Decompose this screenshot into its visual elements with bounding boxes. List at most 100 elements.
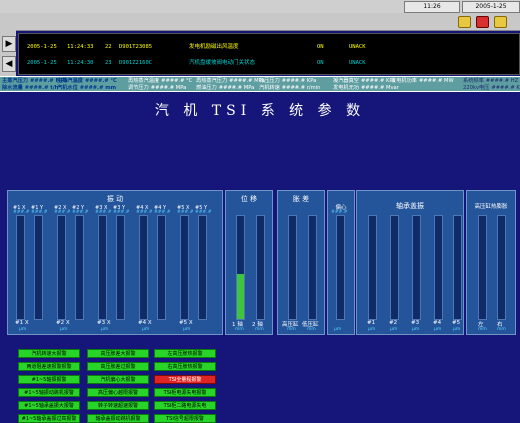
displacement-unit: mm	[235, 327, 244, 332]
vibration-unit: μm	[19, 327, 27, 332]
alarm-indicator-button[interactable]: #1~5轴振报警	[18, 375, 80, 384]
alarm-indicator-button[interactable]: 汽机转速大报警	[18, 349, 80, 358]
bearing-bar	[412, 215, 421, 320]
vibration-bar	[75, 215, 84, 320]
stop-icon[interactable]	[476, 16, 489, 28]
status-item: 汽机转速 ####.# r/min	[259, 84, 320, 91]
alarm-indicator-button[interactable]: 右高压胀热报警	[154, 362, 216, 371]
alarm-indicator-button[interactable]: 轴承盖振动跳机报警	[87, 414, 149, 423]
displacement-unit: mm	[255, 327, 264, 332]
alarm-indicator-button[interactable]: TSI柜二路电源失电	[154, 401, 216, 410]
bearing-unit: μm	[453, 327, 461, 332]
alarm-code: D901T23085	[119, 44, 153, 50]
bar-fill	[237, 273, 244, 319]
alarm-indicator-button[interactable]: 高压偏心越限报警	[87, 388, 149, 397]
status-label: 发电机无功	[333, 85, 359, 91]
vibration-bar	[198, 215, 207, 320]
vibration-bottom-label: #2 X	[56, 320, 70, 326]
alarm-indicator-button[interactable]: TSI柜电源失电报警	[154, 388, 216, 397]
back-arrow-icon[interactable]: ◀	[2, 56, 16, 72]
vibration-bottom-label: #1 X	[15, 320, 29, 326]
status-item: 除水流量 ####.# t/h	[2, 84, 58, 91]
status-item: 背压压力 ####.# KPa	[259, 77, 316, 84]
status-item: 再热蒸汽压力 ####.# MPa	[196, 77, 265, 84]
alarm-time: 11:24:30	[67, 60, 94, 66]
alarm-indicator-button[interactable]: 左高压胀热报警	[154, 349, 216, 358]
vibration-unit: μm	[183, 327, 191, 332]
status-value: ####.# MW	[418, 78, 454, 84]
hp-thermal-bar	[478, 215, 487, 320]
hp-thermal-bar	[497, 215, 506, 320]
status-label: 汽机转速	[259, 85, 280, 91]
status-item: 主蒸汽温度 ####.# °C	[57, 77, 117, 84]
hp-thermal-unit: mm	[478, 327, 487, 332]
alarm-state: ON	[317, 60, 324, 66]
vibration-bar	[116, 215, 125, 320]
alarm-code: D901Z2160C	[119, 60, 153, 66]
status-item: 发电机无功 ####.# Mvar	[333, 84, 399, 91]
alarm-indicator-button[interactable]: 高压胀差过报警	[87, 362, 149, 371]
bearing-label: #2	[389, 320, 398, 326]
alarm-indicator-button[interactable]: #1~5轴振动跳机报警	[18, 388, 80, 397]
vibration-unit: μm	[142, 327, 150, 332]
vibration-bar	[180, 215, 189, 320]
bearing-bar	[390, 215, 399, 320]
system-toolbar	[0, 13, 520, 31]
bearing-bar	[434, 215, 443, 320]
status-label: 220kv电压	[463, 85, 490, 91]
status-label: 燃油压力	[196, 85, 217, 91]
status-label: 调节压力	[128, 85, 149, 91]
status-item: 220kv电压####.# KV	[463, 84, 520, 91]
status-item: 再热蒸汽温度 ####.# °C	[128, 77, 192, 84]
alarm-level: UNACK	[349, 44, 366, 50]
bell-icon[interactable]	[494, 16, 507, 28]
bearing-title: 轴承盖振	[396, 202, 424, 210]
system-topbar: 11:26 2005-1-25	[0, 0, 520, 14]
vibration-bottom-label: #4 X	[138, 320, 152, 326]
expansion-panel: 胀 差	[277, 190, 325, 335]
hp-thermal-panel: 高压缸热膨胀	[466, 190, 516, 335]
expansion-bar	[288, 215, 297, 320]
vibration-top-value: ###.#	[177, 210, 194, 215]
alarm-indicator-button[interactable]: 汽机偏心大报警	[87, 375, 149, 384]
vibration-bar	[16, 215, 25, 320]
alarm-indicator-button[interactable]: TSI全量程报警	[154, 375, 216, 384]
vibration-top-value: ###.#	[154, 210, 171, 215]
displacement-panel: 位 移	[225, 190, 273, 335]
eccentric-unit: μm	[334, 327, 342, 332]
alarm-indicator-button[interactable]: 转子转速超速报警	[87, 401, 149, 410]
bearing-unit: μm	[412, 327, 420, 332]
alarm-indicator-button[interactable]: 两道阻差速报警报警	[18, 362, 80, 371]
status-value: ####.# MPa	[150, 85, 187, 91]
status-value: ####.# r/min	[281, 85, 321, 91]
vibration-top-value: ###.#	[13, 210, 30, 215]
alarm-date: 2005-1-25	[27, 44, 57, 50]
status-item: 凝汽器真空 ####.# KPa	[333, 77, 395, 84]
vibration-unit: μm	[60, 327, 68, 332]
alarm-indicator-button[interactable]: 高压胀差大报警	[87, 349, 149, 358]
alarm-state: ON	[317, 44, 324, 50]
status-item: 调节压力 ####.# MPa	[128, 84, 186, 91]
expansion-unit: mm	[307, 327, 316, 332]
status-item: 发电机功率 ####.# MW	[391, 77, 454, 84]
bearing-unit: μm	[390, 327, 398, 332]
vibration-bar	[139, 215, 148, 320]
warning-icon[interactable]	[458, 16, 471, 28]
alarm-time: 11:24:33	[67, 44, 94, 50]
alarm-indicator-button[interactable]: TSI信号超限报警	[154, 414, 216, 423]
alarm-indicator-button[interactable]: #1~5轴承盖振大报警	[18, 401, 80, 410]
status-strip: 主蒸汽压力 ####.# MPa 主蒸汽温度 ####.# °C 再热蒸汽温度 ####.…	[0, 76, 520, 92]
bearing-label: #3	[411, 320, 420, 326]
alarm-indicator-button[interactable]: #1~5轴承盖振过高报警	[18, 414, 80, 423]
alarm-list[interactable]: 2005-1-25 11:24:33 22 D901T23085 发电机励磁出风…	[18, 33, 520, 75]
alarm-num: 22	[105, 44, 112, 50]
vibration-top-value: ###.#	[31, 210, 48, 215]
vibration-bottom-label: #5 X	[179, 320, 193, 326]
bearing-unit: μm	[434, 327, 442, 332]
vibration-top-value: ###.#	[95, 210, 112, 215]
displacement-bar	[236, 215, 245, 320]
status-value: ####.# MPa	[218, 85, 255, 91]
bearing-unit: μm	[368, 327, 376, 332]
forward-arrow-icon[interactable]: ▶	[2, 36, 16, 52]
vibration-top-value: ###.#	[195, 210, 212, 215]
